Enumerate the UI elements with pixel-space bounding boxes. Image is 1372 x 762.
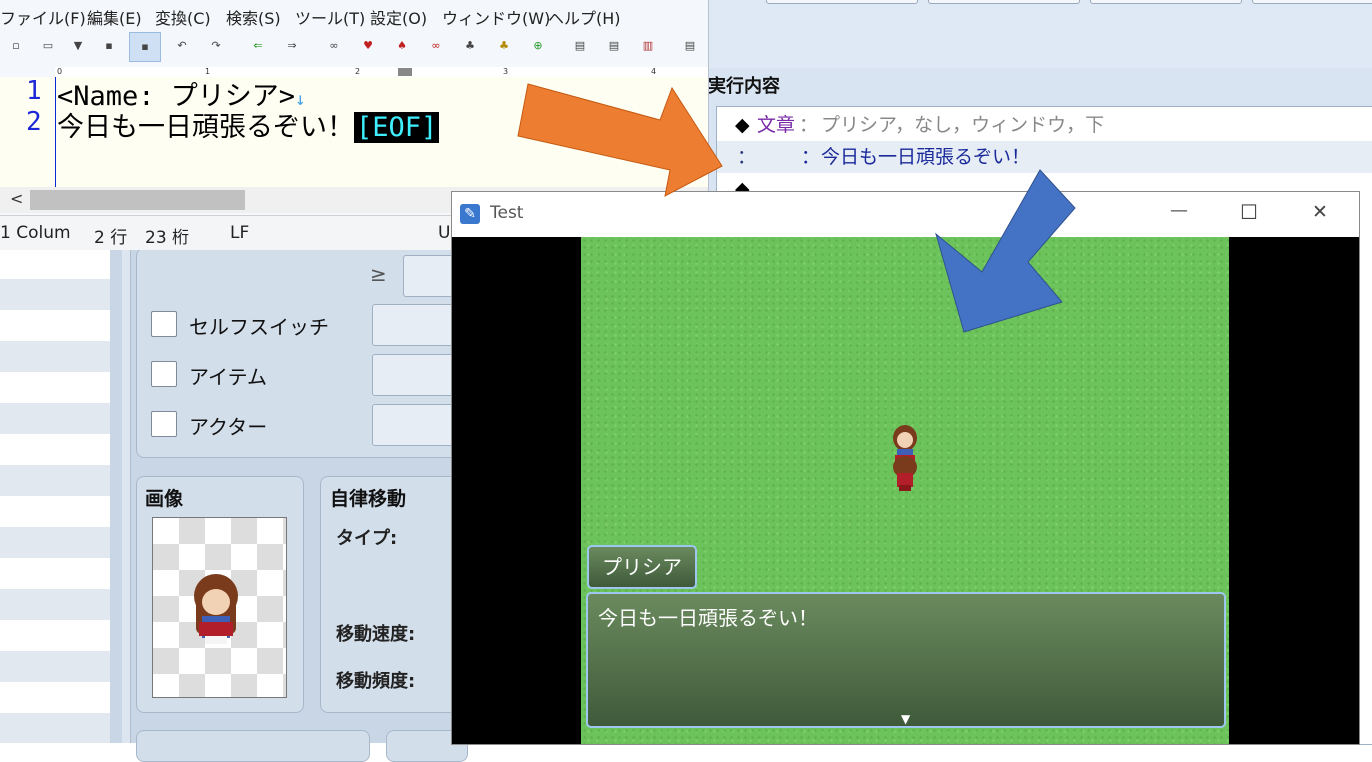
scrollbar-thumb[interactable]: [30, 190, 245, 210]
code-text: 今日も一日頑張るぞい！: [57, 112, 354, 143]
menu-edit[interactable]: 編集(E): [87, 5, 142, 29]
options-group: [136, 730, 370, 762]
minimize-icon[interactable]: —: [1170, 200, 1188, 221]
menu-search[interactable]: 検索(S): [226, 5, 281, 29]
new-file-icon[interactable]: ▫: [8, 38, 24, 54]
eof-marker: [EOF]: [354, 112, 440, 143]
command-marker: ◆: [735, 114, 750, 136]
app-icon: ✎: [460, 204, 480, 224]
game-test-window: ✎ Test — ☐ ✕ プリシア 今日も一日頑張るぞい！ ▼: [451, 191, 1360, 745]
macro-icon[interactable]: ▥: [640, 38, 656, 54]
event-editor-toolbar-area: [708, 0, 1372, 68]
save-all-icon[interactable]: ▪: [129, 32, 161, 62]
player-characters-icon: [893, 425, 917, 491]
toolbar: ▫ ▭ ▼ ▪ ▪ ↶ ↷ ⇐ ⇒ ∞ ♥ ♠ ∞ ♣ ♣ ⊕ ▤ ▤ ▥ ▤: [0, 30, 708, 66]
command-separator: ：: [799, 114, 819, 136]
item-label: アイテム: [189, 365, 267, 389]
image-group-title: 画像: [145, 488, 184, 510]
ruler-cursor-marker: [398, 68, 412, 76]
message-text: 今日も一日頑張るぞい！: [598, 606, 818, 630]
code-line-2[interactable]: 今日も一日頑張るぞい！[EOF]: [57, 105, 440, 144]
status-mode: 1 Colum: [0, 223, 71, 243]
menu-convert[interactable]: 変換(C): [155, 5, 211, 29]
panel-divider: [122, 248, 131, 743]
movement-frequency-label: 移動頻度:: [336, 671, 416, 692]
redo-icon[interactable]: ↷: [208, 38, 224, 54]
ruler-label: 3: [503, 67, 509, 76]
jump-forward-icon[interactable]: ⇒: [284, 38, 300, 54]
print-icon[interactable]: ▤: [572, 38, 588, 54]
menu-bar: ファイル(F) 編集(E) 変換(C) 検索(S) ツール(T) 設定(O) ウ…: [0, 0, 708, 30]
replace-icon[interactable]: ∞: [428, 38, 444, 54]
compare-icon[interactable]: ▤: [606, 38, 622, 54]
grep-icon[interactable]: ♣: [462, 38, 478, 54]
self-switch-checkbox[interactable]: [151, 311, 177, 337]
ruler-label: 4: [651, 67, 657, 76]
undo-icon[interactable]: ↶: [174, 38, 190, 54]
settings-icon[interactable]: ▤: [682, 38, 698, 54]
search-next-icon[interactable]: ♠: [394, 38, 410, 54]
event-page-list[interactable]: [0, 248, 111, 743]
dropdown-arrow-icon[interactable]: ▼: [70, 38, 86, 54]
menu-tools[interactable]: ツール(T): [295, 5, 365, 29]
ruler-label: 2: [355, 67, 361, 76]
tab-button[interactable]: [928, 0, 1080, 4]
save-icon[interactable]: ▪: [101, 38, 117, 54]
search-prev-icon[interactable]: ♥: [360, 38, 376, 54]
game-screen[interactable]: プリシア 今日も一日頑張るぞい！ ▼: [452, 237, 1359, 744]
game-window-title: Test: [490, 203, 524, 223]
self-switch-label: セルフスイッチ: [189, 315, 329, 339]
tab-button[interactable]: [1252, 0, 1372, 4]
menu-window[interactable]: ウィンドウ(W): [442, 5, 550, 29]
ge-symbol: ≥: [370, 262, 387, 286]
jump-back-icon[interactable]: ⇐: [250, 38, 266, 54]
character-image-preview[interactable]: [152, 517, 287, 698]
actor-label: アクター: [189, 415, 268, 439]
status-eol: LF: [230, 223, 250, 243]
menu-help[interactable]: ヘルプ(H): [548, 5, 621, 29]
menu-settings[interactable]: 設定(O): [370, 5, 427, 29]
list-item[interactable]: ◆ 文章 ： プリシア，なし，ウィンドウ，下: [717, 109, 1372, 141]
scroll-left-icon[interactable]: <: [10, 189, 23, 208]
tab-button[interactable]: [766, 0, 918, 4]
movement-type-label: タイプ:: [336, 528, 398, 549]
close-icon[interactable]: ✕: [1312, 201, 1328, 223]
continue-indicator-icon: ▼: [901, 712, 911, 726]
open-file-icon[interactable]: ▭: [40, 38, 56, 54]
line-number: 2: [26, 107, 42, 137]
grass-map: プリシア 今日も一日頑張るぞい！ ▼: [581, 237, 1229, 744]
command-name: 文章: [757, 114, 796, 136]
status-encoding: U: [438, 223, 451, 243]
menu-file[interactable]: ファイル(F): [0, 5, 86, 29]
command-marker: ：: [737, 146, 757, 168]
search-icon[interactable]: ∞: [326, 38, 342, 54]
status-col: 23 桁: [145, 228, 190, 248]
outline-icon[interactable]: ⊕: [530, 38, 546, 54]
command-separator: ：: [801, 146, 821, 168]
blue-arrow-icon: [935, 169, 1076, 333]
line-number: 1: [26, 76, 42, 106]
speaker-name: プリシア: [602, 555, 682, 579]
movement-speed-label: 移動速度:: [336, 624, 416, 645]
autonomous-movement-title: 自律移動: [330, 488, 407, 510]
status-row: 2 行: [94, 228, 128, 248]
orange-arrow-icon: [517, 83, 723, 197]
mark-icon[interactable]: ♣: [496, 38, 512, 54]
maximize-icon[interactable]: ☐: [1240, 200, 1258, 224]
actor-checkbox[interactable]: [151, 411, 177, 437]
message-window[interactable]: 今日も一日頑張るぞい！ ▼: [586, 592, 1226, 728]
command-args: プリシア，なし，ウィンドウ，下: [821, 114, 1105, 136]
item-checkbox[interactable]: [151, 361, 177, 387]
speaker-name-box: プリシア: [587, 545, 697, 589]
tab-button[interactable]: [1090, 0, 1242, 4]
character-sprite-icon: [194, 574, 238, 644]
